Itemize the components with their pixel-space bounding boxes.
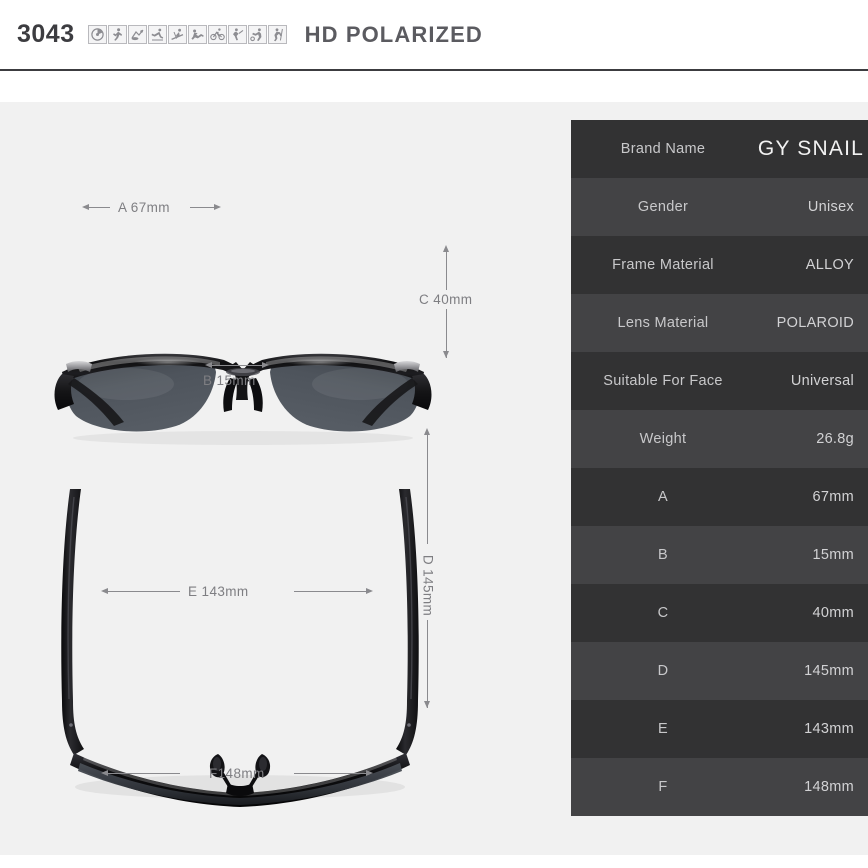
dim-d-arrow-bottom bbox=[424, 701, 430, 708]
spec-value: 15mm bbox=[812, 547, 854, 563]
spec-value: 143mm bbox=[804, 721, 854, 737]
dimension-f-label: F148mm bbox=[209, 766, 265, 781]
spec-value: 26.8g bbox=[816, 431, 854, 447]
running-icon bbox=[107, 25, 127, 44]
spec-value: Unisex bbox=[807, 199, 854, 215]
product-type-title: HD POLARIZED bbox=[304, 21, 483, 47]
climbing-icon bbox=[187, 25, 207, 44]
spec-value: 145mm bbox=[804, 663, 854, 679]
dim-e-line-right bbox=[294, 591, 367, 592]
spec-row-c: C 40mm bbox=[571, 584, 868, 642]
spec-label: Brand Name bbox=[620, 141, 706, 157]
spec-value: GY SNAIL bbox=[757, 137, 864, 160]
spec-row-d: D 145mm bbox=[571, 642, 868, 700]
dim-e-arrow-right bbox=[366, 588, 373, 594]
spec-row-gender: Gender Unisex bbox=[571, 178, 868, 236]
spec-row-weight: Weight 26.8g bbox=[571, 410, 868, 468]
skiing-icon bbox=[167, 25, 187, 44]
sunglasses-front-view bbox=[48, 342, 438, 452]
spec-row-b: B 15mm bbox=[571, 526, 868, 584]
spec-row-suitable-for-face: Suitable For Face Universal bbox=[571, 352, 868, 410]
dim-f-line-left bbox=[107, 773, 180, 774]
skating-icon bbox=[147, 25, 167, 44]
specification-table: Brand Name GY SNAIL Gender Unisex Frame … bbox=[571, 120, 868, 816]
cycling-icon bbox=[207, 25, 227, 44]
soccer-icon bbox=[247, 25, 267, 44]
dim-a-line-left bbox=[88, 207, 110, 208]
spec-value: Universal bbox=[790, 373, 854, 389]
spec-value: 148mm bbox=[804, 779, 854, 795]
spec-label: F bbox=[658, 779, 668, 795]
spec-value: 67mm bbox=[812, 489, 854, 505]
fishing-icon bbox=[127, 25, 147, 44]
dim-b-arrow-right bbox=[262, 362, 269, 368]
dim-b-line bbox=[211, 365, 263, 366]
dim-d-line-bottom bbox=[427, 620, 428, 708]
header-gap bbox=[0, 71, 868, 102]
dimension-a-label: A 67mm bbox=[118, 200, 170, 215]
spec-value: POLAROID bbox=[776, 315, 854, 331]
spec-label: Weight bbox=[639, 431, 687, 447]
spec-label: Frame Material bbox=[612, 257, 714, 273]
dim-a-line-right bbox=[190, 207, 215, 208]
spec-label: C bbox=[657, 605, 669, 621]
dim-a-arrow-right bbox=[214, 204, 221, 210]
spec-row-frame-material: Frame Material ALLOY bbox=[571, 236, 868, 294]
spec-label: Gender bbox=[637, 199, 689, 215]
spec-row-f: F 148mm bbox=[571, 758, 868, 816]
dim-c-arrow-bottom bbox=[443, 351, 449, 358]
dimension-c-label: C 40mm bbox=[419, 290, 473, 309]
spec-label: A bbox=[658, 489, 668, 505]
dim-d-line-top bbox=[427, 434, 428, 544]
hiking-icon bbox=[267, 25, 287, 44]
spec-label: B bbox=[658, 547, 668, 563]
dim-f-line-right bbox=[294, 773, 367, 774]
spec-row-e: E 143mm bbox=[571, 700, 868, 758]
spec-row-a: A 67mm bbox=[571, 468, 868, 526]
spec-value: 40mm bbox=[812, 605, 854, 621]
golf-icon bbox=[227, 25, 247, 44]
spec-row-lens-material: Lens Material POLAROID bbox=[571, 294, 868, 352]
page-header: 3043 HD POLARIZED bbox=[0, 0, 868, 71]
spec-label: E bbox=[658, 721, 668, 737]
sport-icon-strip bbox=[87, 25, 287, 44]
dimension-d-label: D 145mm bbox=[420, 554, 436, 617]
dimension-e-label: E 143mm bbox=[188, 584, 249, 599]
spec-label: D bbox=[657, 663, 669, 679]
dimension-b-label: B 15mm bbox=[203, 373, 256, 388]
spec-label: Suitable For Face bbox=[603, 373, 723, 389]
model-number: 3043 bbox=[17, 20, 75, 48]
spec-label: Lens Material bbox=[617, 315, 709, 331]
dim-e-line-left bbox=[107, 591, 180, 592]
driving-icon bbox=[87, 25, 107, 44]
spec-value: ALLOY bbox=[805, 257, 854, 273]
bottom-margin bbox=[0, 855, 868, 868]
dim-f-arrow-right bbox=[366, 770, 373, 776]
spec-row-brand-name: Brand Name GY SNAIL bbox=[571, 120, 868, 178]
